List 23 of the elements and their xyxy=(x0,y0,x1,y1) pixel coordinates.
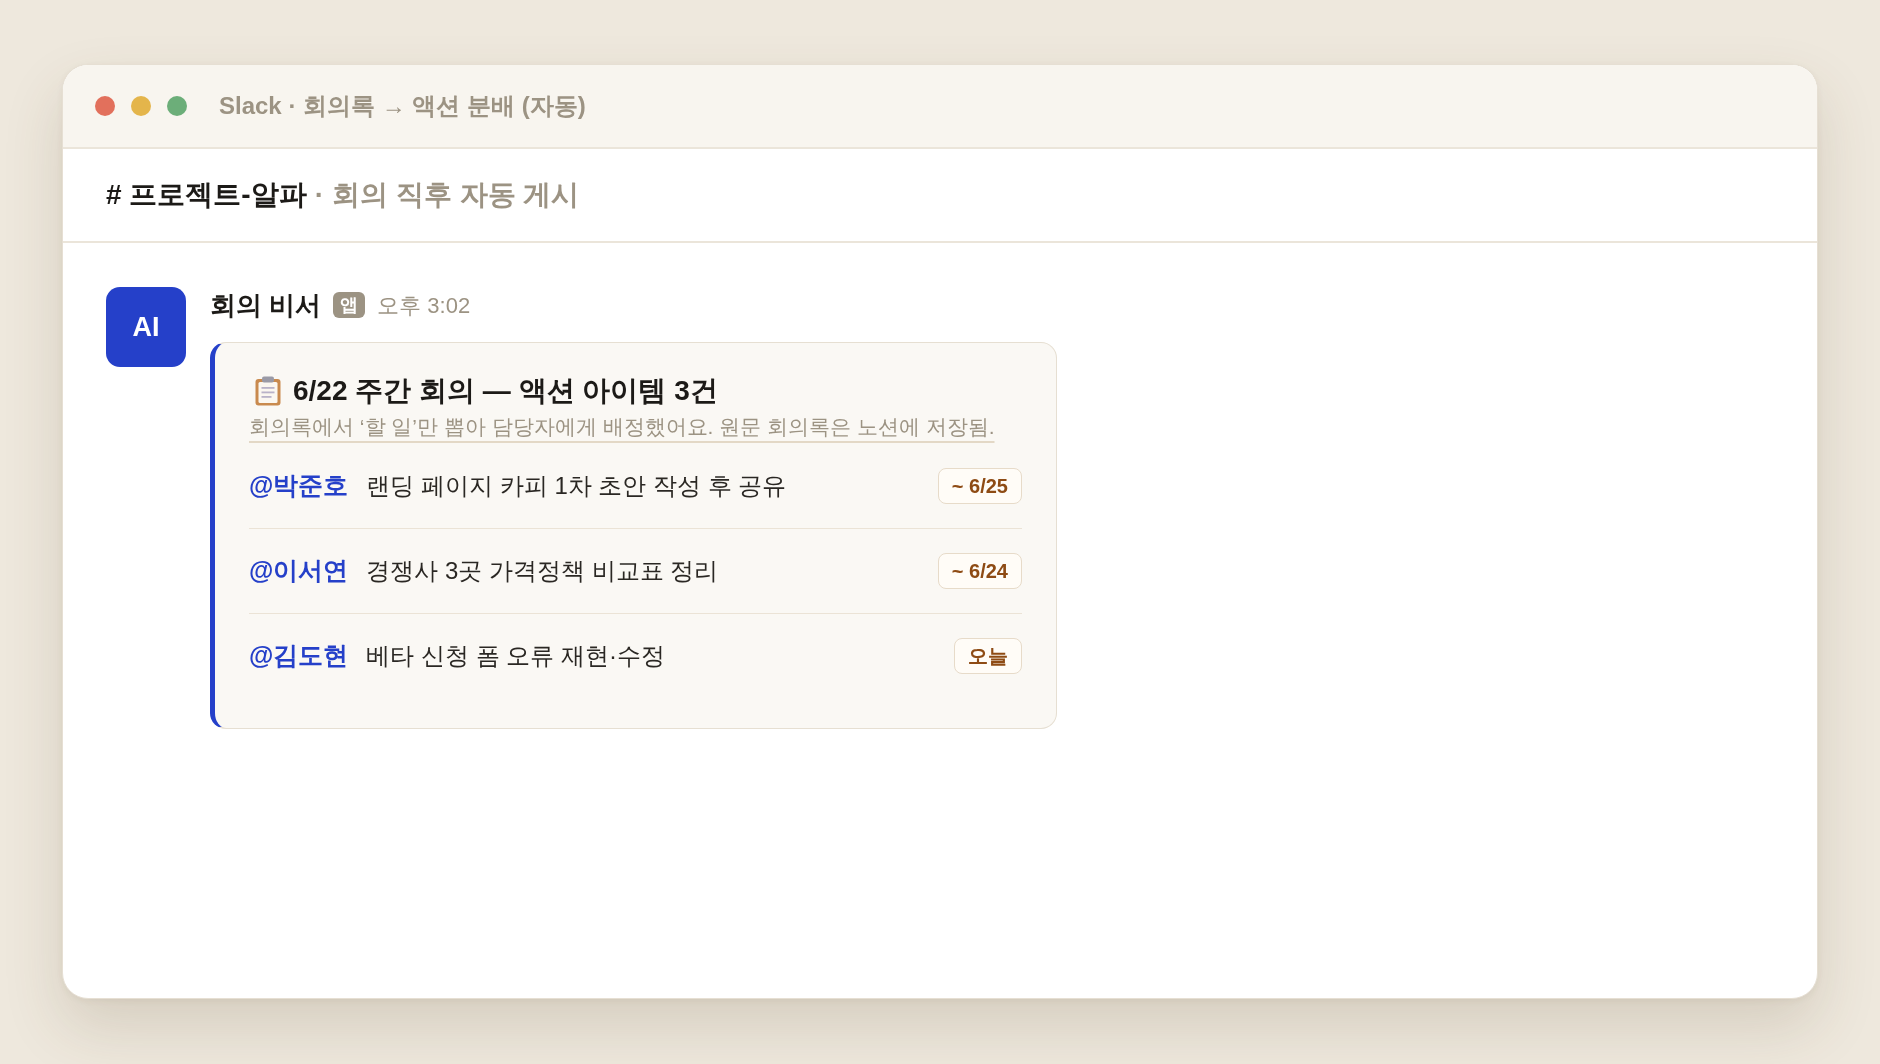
due-date-badge: ~ 6/24 xyxy=(937,553,1022,589)
assignee-mention[interactable]: @김도현 xyxy=(249,637,349,675)
zoom-icon[interactable] xyxy=(167,96,187,116)
minimize-icon[interactable] xyxy=(131,96,151,116)
assignee-mention[interactable]: @박준호 xyxy=(249,466,349,505)
task-text: 경쟁사 3곳 가격정책 비교표 정리 xyxy=(366,556,719,586)
task-text: 랜딩 페이지 카피 1차 초안 작성 후 공유 xyxy=(366,470,787,501)
clipboard-icon xyxy=(255,376,281,406)
task-text: 베타 신청 폼 오류 재현·수정 xyxy=(366,641,666,671)
channel-description: 회의 직후 자동 게시 xyxy=(332,178,580,212)
app-badge: 앱 xyxy=(333,292,366,318)
window-title: Slack · 회의록 → 액션 분배 (자동) xyxy=(219,91,586,121)
due-date-badge: ~ 6/25 xyxy=(937,467,1022,504)
due-date-badge: 오늘 xyxy=(954,638,1022,674)
channel-name: # 프로젝트-알파 xyxy=(106,178,307,212)
assignee-mention[interactable]: @이서연 xyxy=(249,552,349,590)
sender-name: 회의 비서 xyxy=(210,288,322,322)
bot-avatar: AI xyxy=(106,287,186,367)
close-icon[interactable] xyxy=(95,96,115,116)
attachment-subtitle: 회의록에서 ‘할 일’만 뽑아 담당자에게 배정했어요. 원문 회의록은 노션에 저장됨. xyxy=(249,415,995,438)
attachment-title: 6/22 주간 회의 — 액션 아이템 3건 xyxy=(293,374,718,408)
separator: · xyxy=(314,178,324,212)
message-time: 오후 3:02 xyxy=(377,291,471,320)
